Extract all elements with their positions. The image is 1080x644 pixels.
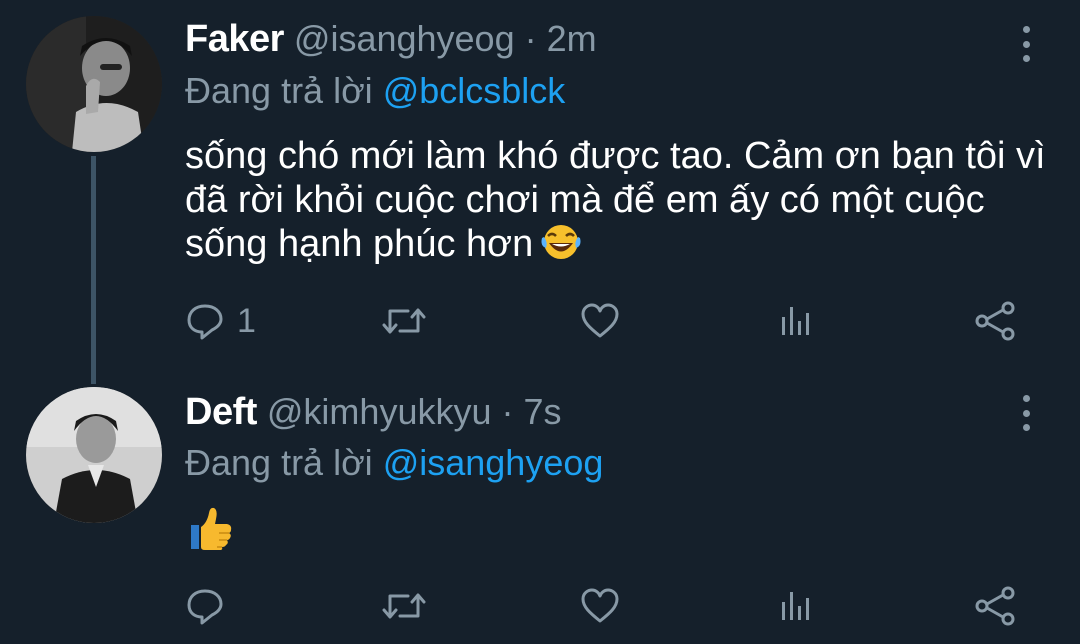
more-options-icon[interactable] [1020,395,1032,431]
thread-connector [91,156,96,384]
like-button[interactable] [580,296,620,346]
stats-icon [782,592,809,620]
reply-button[interactable] [185,581,237,631]
tweet-actions: 1 [185,296,1035,346]
timestamp[interactable]: 2m [547,18,597,60]
retweet-button[interactable] [382,296,426,346]
reply-button[interactable]: 1 [185,296,256,346]
thumbs-up-icon [185,503,235,563]
stats-icon [782,307,809,335]
tweet-header: Faker @isanghyeog · 2m [185,18,597,68]
replying-to-label: Đang trả lời [185,442,373,483]
replying-to: Đang trả lời @isanghyeog [185,442,603,484]
retweet-icon [382,593,426,619]
more-options-icon[interactable] [1020,26,1032,62]
tweet-actions [185,581,1035,631]
replying-to-label: Đang trả lời [185,70,373,111]
avatar-photo [26,387,162,523]
tweet-deft[interactable]: Deft @kimhyukkyu · 7s Đang trả lời @isang… [0,385,1080,644]
like-button[interactable] [580,581,620,631]
display-name[interactable]: Deft [185,391,257,434]
timestamp[interactable]: 7s [524,391,562,433]
reply-count: 1 [237,301,256,340]
face-with-tears-of-joy-icon [539,222,583,272]
stats-button[interactable] [777,581,817,631]
like-icon [581,303,619,338]
separator-dot: · [501,391,514,432]
tweet-text [185,503,1055,563]
stats-button[interactable] [777,296,817,346]
display-name[interactable]: Faker [185,18,284,61]
tweet-text-content: sống chó mới làm khó được tao. Cảm ơn bạ… [185,135,1046,265]
share-icon [975,301,1015,341]
separator-dot: · [524,18,537,59]
tweet-header: Deft @kimhyukkyu · 7s [185,391,562,441]
replying-to: Đang trả lời @bclcsblck [185,70,565,112]
reply-mention-link[interactable]: @isanghyeog [383,442,604,483]
reply-mention-link[interactable]: @bclcsblck [383,70,566,111]
share-button[interactable] [974,296,1018,346]
tweet-faker[interactable]: Faker @isanghyeog · 2m Đang trả lời @bclc… [0,0,1080,385]
avatar[interactable] [26,387,162,523]
retweet-icon [382,308,426,334]
retweet-button[interactable] [382,581,426,631]
share-button[interactable] [974,581,1018,631]
avatar[interactable] [26,16,162,152]
reply-icon [187,304,223,340]
tweet-text: sống chó mới làm khó được tao. Cảm ơn bạ… [185,134,1055,272]
user-handle[interactable]: @kimhyukkyu [267,391,492,433]
avatar-photo [26,16,162,152]
user-handle[interactable]: @isanghyeog [294,18,515,60]
share-icon [975,586,1015,626]
reply-icon [187,589,223,625]
like-icon [581,588,619,623]
